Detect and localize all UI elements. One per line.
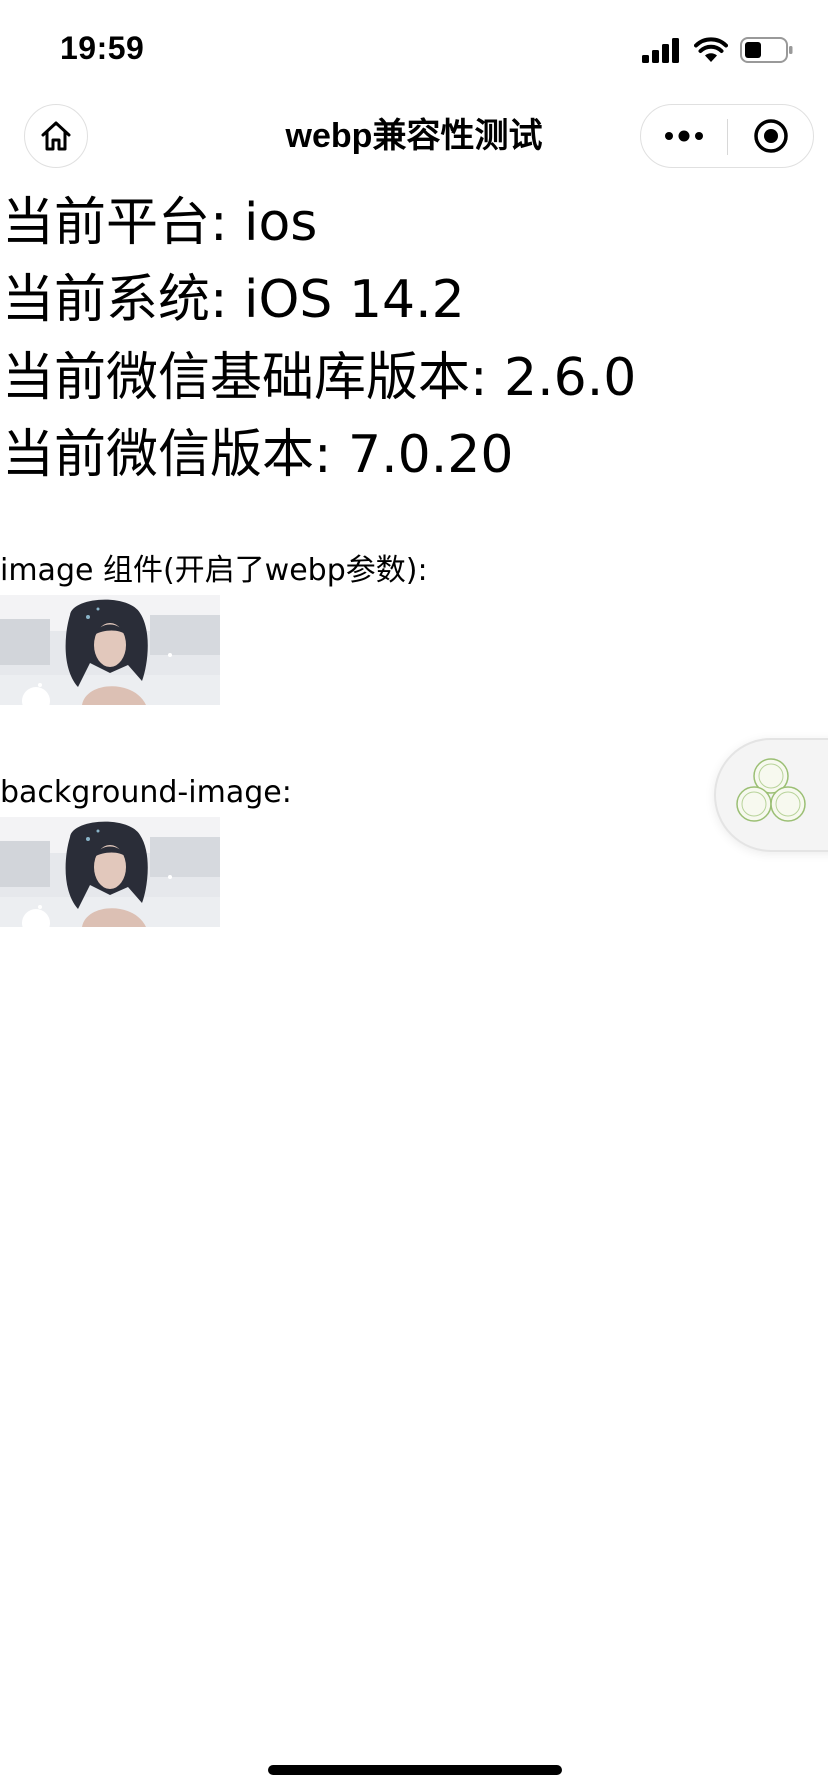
more-button[interactable]	[641, 105, 727, 167]
floating-widget-button[interactable]	[714, 738, 828, 852]
sdk-version-info: 当前微信基础库版本: 2.6.0	[2, 348, 637, 408]
page-title: webp兼容性测试	[285, 117, 543, 155]
status-bar: 19:59	[0, 0, 828, 100]
cellular-signal-icon	[642, 38, 679, 63]
wifi-icon	[694, 37, 728, 62]
webp-image-component	[0, 595, 220, 705]
status-time: 19:59	[60, 30, 145, 66]
wechat-version-info: 当前微信版本: 7.0.20	[2, 425, 514, 485]
close-miniprogram-button[interactable]	[728, 105, 814, 167]
home-button[interactable]	[24, 104, 88, 168]
capsule-menu	[640, 104, 814, 168]
webp-background-image	[0, 817, 220, 927]
battery-icon	[740, 37, 793, 63]
platform-info: 当前平台: ios	[2, 193, 318, 253]
system-info: 当前系统: iOS 14.2	[2, 270, 465, 330]
home-indicator	[268, 1765, 562, 1775]
background-image-label: background-image:	[0, 775, 292, 810]
status-icons	[642, 34, 794, 66]
more-dots-icon	[665, 130, 703, 142]
stamp-cluster-icon	[736, 758, 806, 822]
home-icon	[41, 121, 71, 151]
image-component-label: image 组件(开启了webp参数):	[0, 553, 428, 588]
target-circle-icon	[754, 119, 788, 153]
navigation-bar: webp兼容性测试	[0, 100, 828, 176]
